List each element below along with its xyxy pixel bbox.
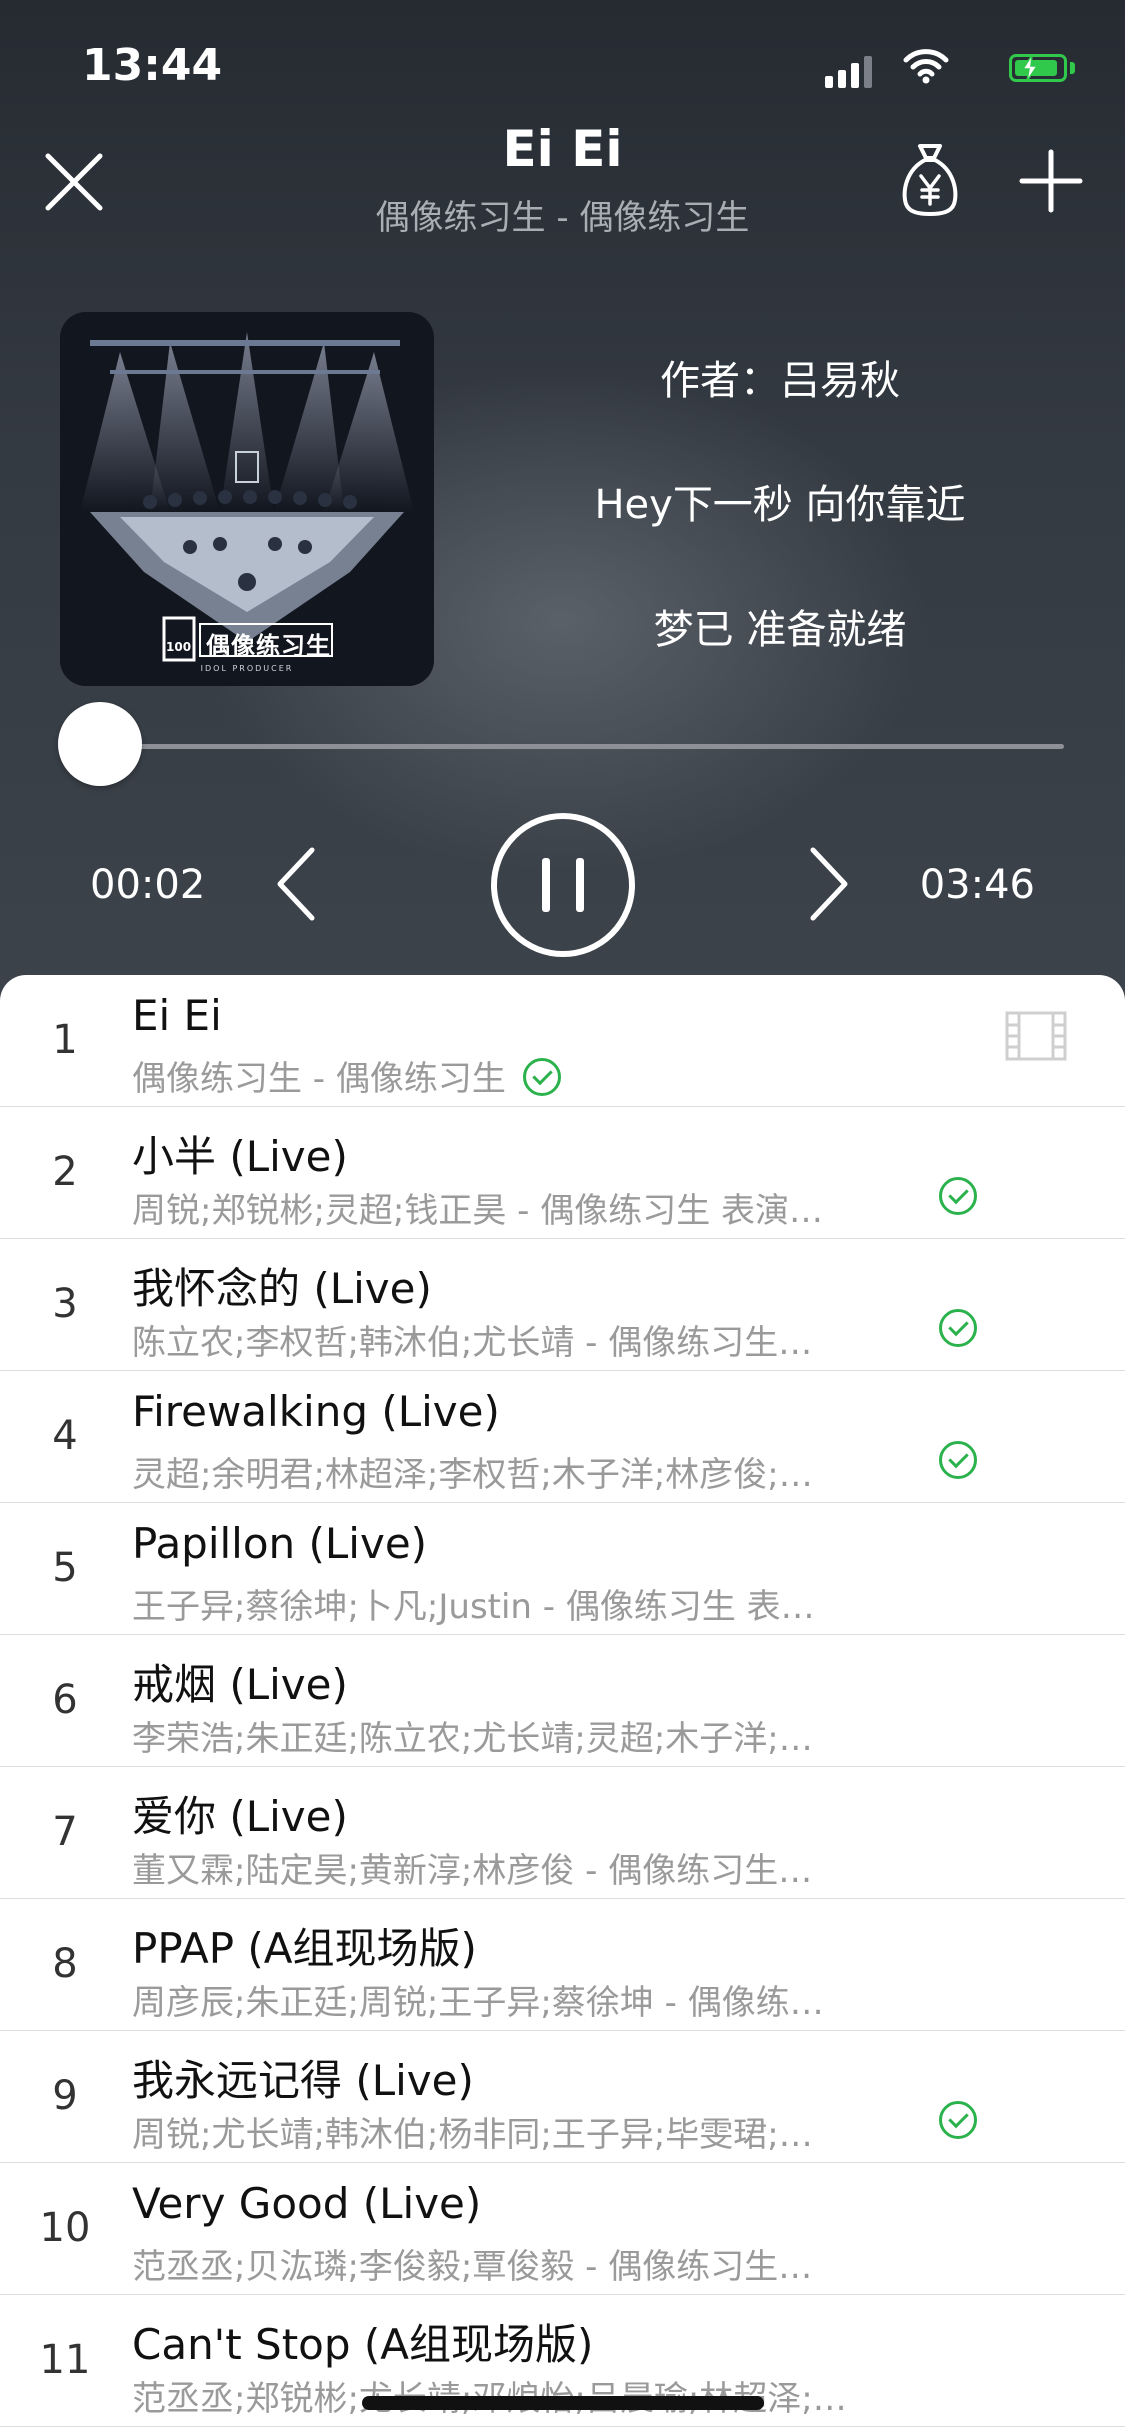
playlist: 1 Ei Ei 偶像练习生 - 偶像练习生 2 小半 (Live) 周锐;郑锐彬… bbox=[0, 975, 1125, 2436]
wifi-icon bbox=[903, 49, 949, 84]
film-icon[interactable] bbox=[1005, 1011, 1067, 1061]
track-number: 7 bbox=[52, 1809, 78, 1855]
track-number: 11 bbox=[39, 2337, 91, 2383]
track-title: 戒烟 (Live) bbox=[132, 1660, 348, 1709]
yen-bag-icon[interactable] bbox=[898, 140, 962, 218]
cover-badge: 100 bbox=[166, 640, 192, 654]
playlist-row[interactable]: 7 爱你 (Live) 董又霖;陆定昊;黄新淳;林彦俊 - 偶像练习生… bbox=[0, 1767, 1125, 1899]
plus-icon[interactable] bbox=[1018, 148, 1084, 214]
elapsed-time: 00:02 bbox=[90, 862, 206, 908]
battery-icon bbox=[1001, 48, 1075, 88]
track-title: 小半 (Live) bbox=[132, 1132, 348, 1181]
status-time: 13:44 bbox=[82, 40, 223, 91]
album-cover: 100 偶像练习生 IDOL PRODUCER bbox=[60, 312, 434, 686]
lyric-line-1: 作者：吕易秋 bbox=[660, 358, 900, 404]
track-number: 9 bbox=[52, 2073, 78, 2119]
track-title: Papillon (Live) bbox=[132, 1519, 428, 1568]
track-number: 10 bbox=[39, 2205, 91, 2251]
playlist-row[interactable]: 6 戒烟 (Live) 李荣浩;朱正廷;陈立农;尤长靖;灵超;木子洋;… bbox=[0, 1635, 1125, 1767]
signal-icon bbox=[825, 48, 885, 88]
playlist-row[interactable]: 9 我永远记得 (Live) 周锐;尤长靖;韩沐伯;杨非同;王子异;毕雯珺;… bbox=[0, 2031, 1125, 2163]
playlist-row[interactable]: 1 Ei Ei 偶像练习生 - 偶像练习生 bbox=[0, 975, 1125, 1107]
check-circle-icon bbox=[939, 1441, 977, 1479]
track-subtitle: 周彦辰;朱正廷;周锐;王子异;蔡徐坤 - 偶像练… bbox=[132, 1983, 824, 2023]
track-title: Ei Ei bbox=[132, 991, 222, 1040]
track-subtitle: 王子异;蔡徐坤;卜凡;Justin - 偶像练习生 表… bbox=[132, 1587, 815, 1627]
playlist-row[interactable]: 4 Firewalking (Live) 灵超;余明君;林超泽;李权哲;木子洋;… bbox=[0, 1371, 1125, 1503]
track-subtitle: 灵超;余明君;林超泽;李权哲;木子洋;林彦俊;… bbox=[132, 1455, 813, 1495]
track-number: 3 bbox=[52, 1281, 78, 1327]
check-circle-icon bbox=[939, 1309, 977, 1347]
track-subtitle: 董又霖;陆定昊;黄新淳;林彦俊 - 偶像练习生… bbox=[132, 1851, 813, 1891]
track-subtitle: 陈立农;李权哲;韩沐伯;尤长靖 - 偶像练习生… bbox=[132, 1323, 813, 1363]
lyric-line-2: Hey下一秒 向你靠近 bbox=[594, 482, 966, 528]
track-title: Can't Stop (A组现场版) bbox=[132, 2320, 594, 2369]
track-number: 6 bbox=[52, 1677, 78, 1723]
chevron-left-icon[interactable] bbox=[272, 844, 322, 924]
pause-icon[interactable] bbox=[490, 812, 636, 958]
playlist-row[interactable]: 8 PPAP (A组现场版) 周彦辰;朱正廷;周锐;王子异;蔡徐坤 - 偶像练… bbox=[0, 1899, 1125, 2031]
track-title: Firewalking (Live) bbox=[132, 1387, 500, 1436]
cover-tag-text: IDOL PRODUCER bbox=[200, 664, 294, 673]
track-number: 5 bbox=[52, 1545, 78, 1591]
playlist-row[interactable]: 10 Very Good (Live) 范丞丞;贝汯璘;李俊毅;覃俊毅 - 偶像… bbox=[0, 2163, 1125, 2295]
progress-track[interactable] bbox=[62, 744, 1064, 749]
track-title: 我怀念的 (Live) bbox=[132, 1264, 432, 1313]
chevron-right-icon[interactable] bbox=[803, 844, 853, 924]
playlist-row[interactable]: 2 小半 (Live) 周锐;郑锐彬;灵超;钱正昊 - 偶像练习生 表演… bbox=[0, 1107, 1125, 1239]
track-subtitle: 李荣浩;朱正廷;陈立农;尤长靖;灵超;木子洋;… bbox=[132, 1719, 813, 1759]
track-number: 4 bbox=[52, 1413, 78, 1459]
home-indicator[interactable] bbox=[362, 2396, 764, 2410]
track-subtitle: 周锐;尤长靖;韩沐伯;杨非同;王子异;毕雯珺;… bbox=[132, 2115, 813, 2155]
lyric-line-3: 梦已 准备就绪 bbox=[653, 607, 907, 653]
track-subtitle: 偶像练习生 - 偶像练习生 bbox=[132, 1051, 632, 1100]
track-title: 爱你 (Live) bbox=[132, 1792, 348, 1841]
track-title: 我永远记得 (Live) bbox=[132, 2056, 474, 2105]
cover-logo-text: 偶像练习生 bbox=[206, 632, 331, 660]
track-title: PPAP (A组现场版) bbox=[132, 1924, 477, 1973]
total-time: 03:46 bbox=[919, 862, 1035, 908]
check-circle-icon bbox=[939, 1177, 977, 1215]
playlist-row[interactable]: 3 我怀念的 (Live) 陈立农;李权哲;韩沐伯;尤长靖 - 偶像练习生… bbox=[0, 1239, 1125, 1371]
track-subtitle: 周锐;郑锐彬;灵超;钱正昊 - 偶像练习生 表演… bbox=[132, 1191, 824, 1231]
now-playing-panel: 13:44 Ei Ei 偶像练习生 - 偶像练习生 100 偶像练习生 IDOL… bbox=[0, 0, 1125, 1000]
check-circle-icon bbox=[939, 2101, 977, 2139]
playlist-row[interactable]: 5 Papillon (Live) 王子异;蔡徐坤;卜凡;Justin - 偶像… bbox=[0, 1503, 1125, 1635]
track-number: 2 bbox=[52, 1149, 78, 1195]
check-circle-icon bbox=[522, 1058, 561, 1096]
track-subtitle: 范丞丞;贝汯璘;李俊毅;覃俊毅 - 偶像练习生… bbox=[132, 2247, 813, 2287]
track-title: Very Good (Live) bbox=[132, 2179, 482, 2228]
progress-knob[interactable] bbox=[58, 702, 143, 786]
track-number: 1 bbox=[52, 1017, 78, 1063]
track-number: 8 bbox=[52, 1941, 78, 1987]
status-icons bbox=[825, 48, 1075, 88]
